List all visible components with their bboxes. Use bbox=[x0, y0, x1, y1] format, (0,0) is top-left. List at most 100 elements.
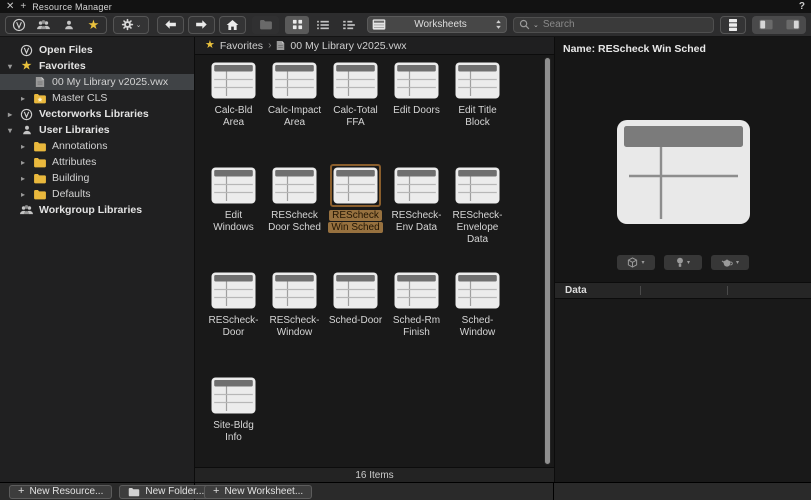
vectorworks-libraries-button[interactable] bbox=[6, 17, 31, 33]
sidebar-item-vectorworks-libraries[interactable]: ▸ Vectorworks Libraries bbox=[0, 106, 194, 122]
sidebar-item-open-files[interactable]: Open Files bbox=[0, 42, 194, 58]
view-cube-icon bbox=[627, 257, 638, 268]
resource-item-edit-title-block[interactable]: Edit Title Block bbox=[447, 59, 508, 164]
resource-item-rescheck-door-sched[interactable]: REScheck Door Sched bbox=[264, 164, 325, 269]
home-button[interactable] bbox=[219, 16, 246, 34]
worksheet-icon bbox=[208, 59, 259, 102]
breadcrumb: ★ Favorites › 00 My Library v2025.vwx bbox=[195, 37, 554, 55]
add-window-icon[interactable]: + bbox=[20, 2, 26, 12]
item-label: Building bbox=[52, 172, 89, 184]
resource-item-calc-impact-area[interactable]: Calc-Impact Area bbox=[264, 59, 325, 164]
item-icon bbox=[19, 108, 34, 121]
worksheet-preview-icon bbox=[616, 119, 751, 225]
search-input[interactable] bbox=[543, 19, 708, 30]
new-resource-label: New Resource... bbox=[29, 486, 103, 497]
item-icon bbox=[19, 204, 34, 216]
resource-label: Calc-Total FFA bbox=[326, 105, 386, 129]
preview-layout-button[interactable] bbox=[720, 16, 746, 34]
resource-label: REScheck-Window bbox=[265, 315, 325, 339]
resource-item-calc-total-ffa[interactable]: Calc-Total FFA bbox=[325, 59, 386, 164]
sidebar-item-defaults[interactable]: ▸ Defaults bbox=[0, 186, 194, 202]
forward-arrow-icon bbox=[195, 19, 208, 30]
vertical-scrollbar[interactable] bbox=[544, 57, 551, 465]
worksheet-icon bbox=[330, 269, 381, 312]
sidebar-item-00-my-library-v2025-vwx[interactable]: 00 My Library v2025.vwx bbox=[0, 74, 194, 90]
chevron-icon[interactable]: ▸ bbox=[6, 110, 14, 119]
sidebar-item-master-cls[interactable]: ▸ Master CLS bbox=[0, 90, 194, 106]
new-worksheet-button[interactable]: + New Worksheet... bbox=[204, 485, 312, 499]
detail-view-button[interactable] bbox=[337, 16, 361, 34]
sidebar-item-building[interactable]: ▸ Building bbox=[0, 170, 194, 186]
chevron-icon[interactable]: ▾ bbox=[6, 126, 14, 135]
chevron-icon[interactable]: ▾ bbox=[6, 62, 14, 71]
resource-item-rescheck-env-data[interactable]: REScheck-Env Data bbox=[386, 164, 447, 269]
panel-toggle-group bbox=[752, 16, 806, 34]
worksheet-icon bbox=[269, 164, 320, 207]
lighting-options-arrow-icon: ▾ bbox=[687, 259, 690, 266]
list-view-button[interactable] bbox=[311, 16, 335, 34]
back-arrow-icon bbox=[164, 19, 177, 30]
sidebar-item-annotations[interactable]: ▸ Annotations bbox=[0, 138, 194, 154]
chevron-icon[interactable]: ▸ bbox=[19, 94, 27, 103]
resource-label: REScheck-Door bbox=[204, 315, 264, 339]
user-libraries-button[interactable] bbox=[56, 17, 81, 33]
sidebar-item-attributes[interactable]: ▸ Attributes bbox=[0, 154, 194, 170]
workgroup-libraries-button[interactable] bbox=[31, 17, 56, 33]
item-label: Master CLS bbox=[52, 92, 107, 104]
resource-item-site-bldg-info[interactable]: Site-Bldg Info bbox=[203, 374, 264, 467]
render-mode-button[interactable]: ▾ bbox=[711, 255, 749, 270]
search-field[interactable]: ⌄ bbox=[513, 17, 714, 33]
resource-item-rescheck-window[interactable]: REScheck-Window bbox=[264, 269, 325, 374]
favorites-filter-button[interactable]: ★ bbox=[81, 17, 106, 33]
sidebar: Open Files ▾ ★ Favorites 00 My Library v… bbox=[0, 37, 195, 482]
view-options-button[interactable]: ▾ bbox=[617, 255, 655, 270]
resource-item-rescheck-win-sched[interactable]: REScheck Win Sched bbox=[325, 164, 386, 269]
resource-item-edit-windows[interactable]: Edit Windows bbox=[203, 164, 264, 269]
chevron-icon[interactable]: ▸ bbox=[19, 174, 27, 183]
resource-item-calc-bld-area[interactable]: Calc-Bld Area bbox=[203, 59, 264, 164]
chevron-icon[interactable]: ▸ bbox=[19, 142, 27, 151]
data-table-header: Data bbox=[555, 282, 811, 299]
scrollbar-thumb[interactable] bbox=[545, 58, 550, 464]
home-icon bbox=[226, 19, 239, 31]
help-button[interactable]: ? bbox=[799, 1, 805, 12]
resource-item-rescheck-envelope-data[interactable]: REScheck-Envelope Data bbox=[447, 164, 508, 269]
toggle-left-panel-button[interactable] bbox=[752, 16, 779, 34]
breadcrumb-current[interactable]: 00 My Library v2025.vwx bbox=[290, 40, 406, 52]
breadcrumb-root[interactable]: Favorites bbox=[220, 40, 263, 52]
column-divider[interactable] bbox=[640, 286, 641, 295]
new-worksheet-label: New Worksheet... bbox=[224, 486, 303, 497]
left-panel-icon bbox=[759, 19, 773, 30]
back-button[interactable] bbox=[157, 16, 184, 34]
sidebar-item-user-libraries[interactable]: ▾ User Libraries bbox=[0, 122, 194, 138]
sidebar-item-favorites[interactable]: ▾ ★ Favorites bbox=[0, 58, 194, 74]
item-label: 00 My Library v2025.vwx bbox=[52, 76, 168, 88]
breadcrumb-separator: › bbox=[268, 40, 271, 51]
worksheet-icon bbox=[452, 164, 503, 207]
resource-item-sched-door[interactable]: Sched-Door bbox=[325, 269, 386, 374]
tools-menu-button[interactable]: ⌄ bbox=[113, 16, 149, 34]
forward-button[interactable] bbox=[188, 16, 215, 34]
resource-type-popup[interactable]: Worksheets bbox=[367, 16, 507, 33]
people-group-icon bbox=[36, 19, 51, 31]
chevron-icon[interactable]: ▸ bbox=[19, 190, 27, 199]
sidebar-item-workgroup-libraries[interactable]: Workgroup Libraries bbox=[0, 202, 194, 218]
close-icon[interactable]: ✕ bbox=[6, 2, 14, 12]
toggle-right-panel-button[interactable] bbox=[779, 16, 806, 34]
resource-item-sched-rm-finish[interactable]: Sched-Rm Finish bbox=[386, 269, 447, 374]
lightbulb-icon bbox=[676, 257, 684, 268]
item-label: Open Files bbox=[39, 44, 93, 56]
grid-view-icon bbox=[292, 19, 303, 30]
folder-up-button[interactable] bbox=[252, 16, 279, 34]
view-options-arrow-icon: ▾ bbox=[641, 259, 644, 266]
item-icon bbox=[32, 76, 47, 88]
column-divider[interactable] bbox=[727, 286, 728, 295]
lighting-options-button[interactable]: ▾ bbox=[664, 255, 702, 270]
gear-dropdown-arrow-icon: ⌄ bbox=[136, 21, 142, 29]
resource-item-sched-window[interactable]: Sched-Window bbox=[447, 269, 508, 374]
chevron-icon[interactable]: ▸ bbox=[19, 158, 27, 167]
thumbnail-view-button[interactable] bbox=[285, 16, 309, 34]
resource-item-edit-doors[interactable]: Edit Doors bbox=[386, 59, 447, 164]
resource-item-rescheck-door[interactable]: REScheck-Door bbox=[203, 269, 264, 374]
new-resource-button[interactable]: + New Resource... bbox=[9, 485, 112, 499]
